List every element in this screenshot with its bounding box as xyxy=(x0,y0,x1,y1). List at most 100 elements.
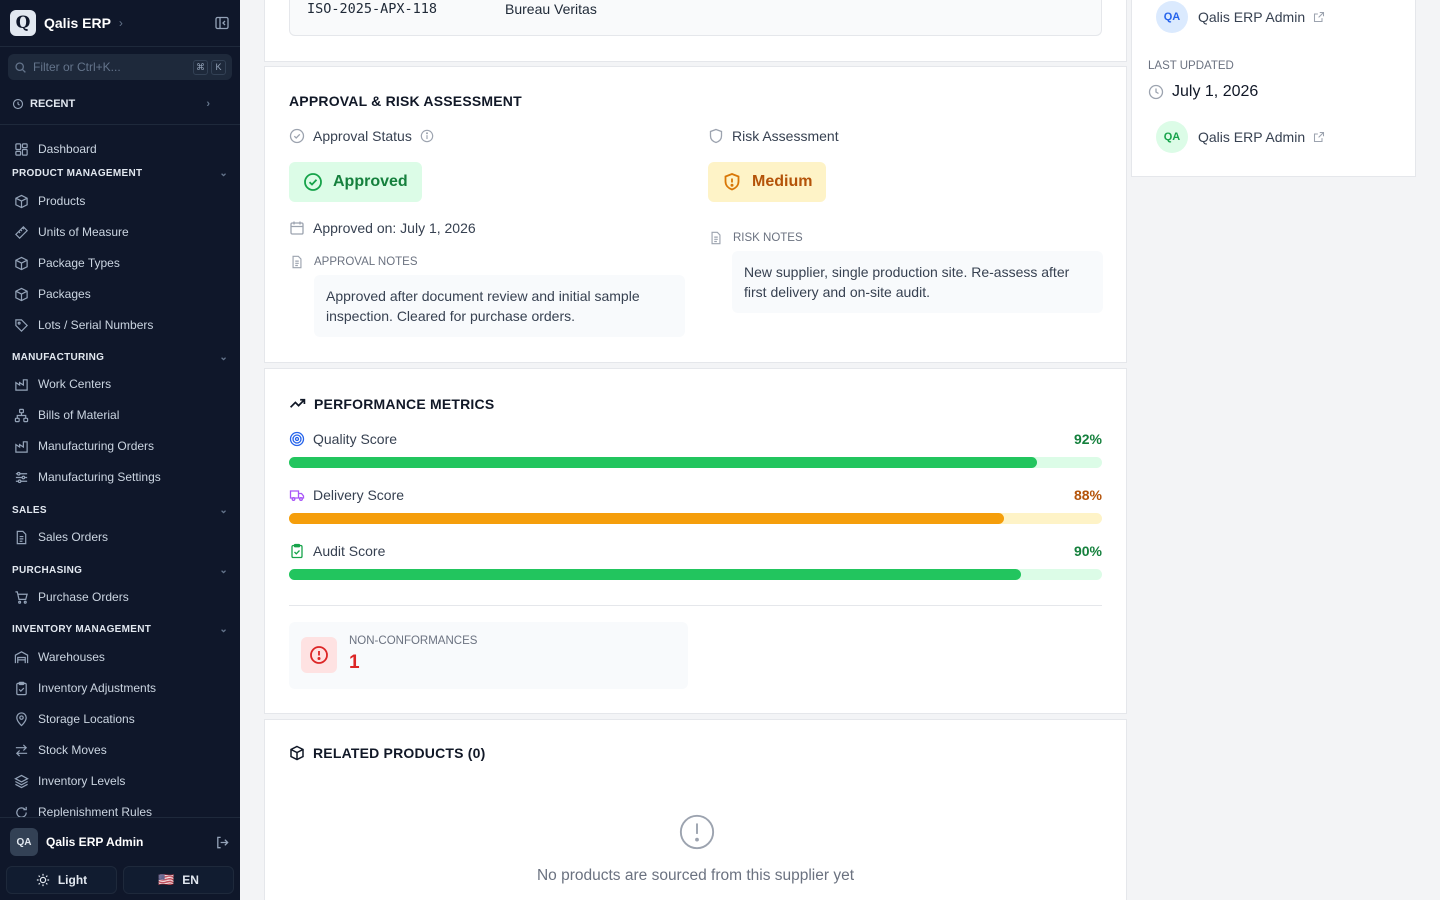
theme-label: Light xyxy=(57,873,88,887)
section-title: PERFORMANCE METRICS xyxy=(289,395,494,412)
chevron-down-icon: ⌄ xyxy=(219,564,228,576)
kbd-k: K xyxy=(211,59,226,75)
sidebar-item-package-types[interactable]: Package Types xyxy=(14,253,230,273)
approved-on: Approved on: July 1, 2026 xyxy=(289,220,476,236)
tag-icon xyxy=(15,318,28,332)
alert-icon-box xyxy=(301,637,337,673)
approval-status-label: Approval Status xyxy=(289,128,442,144)
language-label: EN xyxy=(182,873,199,887)
recent-toggle[interactable]: RECENT › xyxy=(12,98,210,110)
risk-notes-label: RISK NOTES xyxy=(709,231,803,245)
sidebar-item-stock-moves[interactable]: Stock Moves xyxy=(14,740,230,760)
recent-label: RECENT xyxy=(30,98,76,110)
sidebar-item-units-of-measure[interactable]: Units of Measure xyxy=(14,222,230,242)
sidebar-item-label: Products xyxy=(38,194,86,208)
sidebar-item-products[interactable]: Products xyxy=(14,191,230,211)
last-updated-date: July 1, 2026 xyxy=(1172,83,1259,100)
external-link-icon[interactable] xyxy=(1313,131,1325,143)
certificate-number: ISO-2025-APX-118 xyxy=(307,1,438,17)
performance-metrics-card: PERFORMANCE METRICS Quality Score 92% De… xyxy=(264,368,1127,714)
filter-placeholder: Filter or Ctrl+K... xyxy=(33,60,121,74)
sidebar-item-purchase-orders[interactable]: Purchase Orders xyxy=(14,587,230,607)
sidebar-item-label: Packages xyxy=(38,287,91,301)
arrows-left-right-icon xyxy=(15,743,28,757)
sidebar-item-label: Package Types xyxy=(38,256,120,270)
metric-name: Audit Score xyxy=(313,543,386,559)
user-link[interactable]: Qalis ERP Admin xyxy=(1198,9,1305,25)
last-updated: July 1, 2026 xyxy=(1148,83,1258,101)
sidebar-item-manufacturing-orders[interactable]: Manufacturing Orders xyxy=(14,436,230,456)
chevron-right-icon: › xyxy=(206,98,210,110)
audit-score-value: 90% xyxy=(1073,543,1102,559)
document-icon xyxy=(292,255,302,269)
title-text: RELATED PRODUCTS (0) xyxy=(313,745,486,761)
section-manufacturing[interactable]: MANUFACTURING ⌄ xyxy=(12,350,228,364)
created-by: QA Qalis ERP Admin xyxy=(1156,1,1325,33)
logout-icon[interactable] xyxy=(215,835,230,850)
label-text: Approval Status xyxy=(313,128,412,144)
sun-icon xyxy=(36,873,49,887)
label-text: APPROVAL NOTES xyxy=(314,256,418,268)
divider xyxy=(0,124,240,125)
non-conformances-stat: NON-CONFORMANCES 1 xyxy=(289,622,688,689)
hierarchy-icon xyxy=(14,408,29,422)
section-inventory-management[interactable]: INVENTORY MANAGEMENT ⌄ xyxy=(12,622,228,636)
sidebar-item-manufacturing-settings[interactable]: Manufacturing Settings xyxy=(14,467,230,487)
delivery-score-bar xyxy=(289,513,1102,524)
sidebar-item-lots[interactable]: Lots / Serial Numbers xyxy=(14,315,230,335)
quality-score-label: Quality Score xyxy=(289,431,397,447)
sidebar-item-dashboard[interactable]: Dashboard xyxy=(14,139,230,159)
sidebar-item-work-centers[interactable]: Work Centers xyxy=(14,374,230,394)
sidebar-item-sales-orders[interactable]: Sales Orders xyxy=(14,527,230,547)
info-icon[interactable] xyxy=(420,129,434,143)
section-product-management[interactable]: PRODUCT MANAGEMENT ⌄ xyxy=(12,166,228,180)
section-purchasing[interactable]: PURCHASING ⌄ xyxy=(12,563,228,577)
sidebar-item-inventory-adjustments[interactable]: Inventory Adjustments xyxy=(14,678,230,698)
sidebar-item-warehouses[interactable]: Warehouses xyxy=(14,647,230,667)
target-icon xyxy=(289,431,305,447)
filter-input[interactable]: Filter or Ctrl+K... ⌘ K xyxy=(8,54,232,80)
sidebar-item-bills-of-material[interactable]: Bills of Material xyxy=(14,405,230,425)
sidebar-collapse-icon[interactable] xyxy=(214,15,230,31)
sidebar-item-label: Manufacturing Settings xyxy=(38,470,161,484)
section-sales[interactable]: SALES ⌄ xyxy=(12,503,228,517)
avatar: QA xyxy=(1156,1,1188,33)
theme-toggle-button[interactable]: Light xyxy=(6,866,117,894)
user-link[interactable]: Qalis ERP Admin xyxy=(1198,129,1305,145)
language-button[interactable]: 🇺🇸 EN xyxy=(123,866,234,894)
section-label: PURCHASING xyxy=(12,564,83,576)
delivery-score-label: Delivery Score xyxy=(289,487,404,503)
clipboard-check-icon xyxy=(291,543,303,559)
clock-icon xyxy=(1148,84,1164,100)
approval-risk-card: APPROVAL & RISK ASSESSMENT Approval Stat… xyxy=(264,66,1127,363)
section-label: MANUFACTURING xyxy=(12,351,105,363)
sidebar-item-inventory-levels[interactable]: Inventory Levels xyxy=(14,771,230,791)
sidebar-item-label: Purchase Orders xyxy=(38,590,129,604)
sidebar-item-packages[interactable]: Packages xyxy=(14,284,230,304)
box-icon xyxy=(15,194,28,208)
user-panel: QA Qalis ERP Admin Light 🇺🇸 EN xyxy=(0,817,240,900)
external-link-icon[interactable] xyxy=(1313,11,1325,23)
clock-icon xyxy=(12,98,24,110)
chevron-right-icon[interactable]: › xyxy=(119,16,123,30)
approved-on-text: Approved on: July 1, 2026 xyxy=(313,220,476,236)
sidebar-item-storage-locations[interactable]: Storage Locations xyxy=(14,709,230,729)
avatar[interactable]: QA xyxy=(10,828,38,856)
approval-notes: Approved after document review and initi… xyxy=(314,275,685,337)
brand-name[interactable]: Qalis ERP xyxy=(44,15,111,31)
dashboard-icon xyxy=(15,142,28,156)
chevron-down-icon: ⌄ xyxy=(219,623,228,635)
search-icon xyxy=(15,61,26,73)
updated-by: QA Qalis ERP Admin xyxy=(1156,121,1325,153)
sidebar-item-label: Units of Measure xyxy=(38,225,129,239)
metric-name: Delivery Score xyxy=(313,487,405,503)
section-label: PRODUCT MANAGEMENT xyxy=(12,167,143,179)
user-name[interactable]: Qalis ERP Admin xyxy=(46,835,215,849)
badge-text: Approved xyxy=(333,173,408,190)
factory-icon xyxy=(15,440,28,453)
empty-state-message: No products are sourced from this suppli… xyxy=(536,867,855,884)
brand-bar: Q Qalis ERP › xyxy=(0,0,240,47)
brand-logo[interactable]: Q xyxy=(10,10,36,36)
label-text: RISK NOTES xyxy=(733,232,803,244)
sidebar-item-label: Lots / Serial Numbers xyxy=(38,318,154,332)
